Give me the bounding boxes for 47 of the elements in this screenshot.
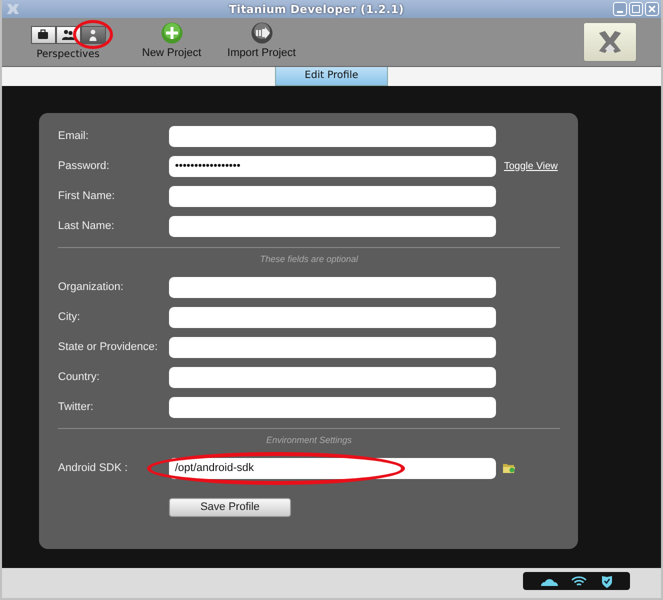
import-project-button[interactable]: Import Project: [227, 22, 296, 59]
shield-icon: [601, 574, 614, 588]
minimize-button[interactable]: [613, 2, 627, 16]
input-field[interactable]: •••••••••••••••••: [169, 156, 496, 176]
input-field[interactable]: [169, 186, 496, 206]
field-label: First Name:: [58, 190, 116, 202]
tab[interactable]: Edit Profile: [275, 67, 388, 86]
field-label: Android SDK :: [58, 462, 129, 474]
input-field[interactable]: [169, 126, 496, 146]
briefcase-icon: [36, 28, 50, 42]
perspective-button[interactable]: [80, 26, 106, 44]
close-button[interactable]: [645, 2, 659, 16]
save-profile-button[interactable]: Save Profile: [169, 498, 291, 516]
input-field[interactable]: /opt/android-sdk: [169, 458, 496, 478]
input-field[interactable]: [169, 336, 496, 358]
annotation-circle: [72, 20, 112, 49]
field-label: Email:: [58, 130, 90, 142]
plus-icon: [160, 22, 183, 44]
field-label: Organization:: [58, 281, 124, 293]
field-label: Last Name:: [58, 220, 116, 232]
field-label: State or Providence:: [58, 341, 159, 353]
perspective-button[interactable]: [30, 26, 56, 44]
field-label: City:: [58, 311, 81, 323]
field-label: Country:: [58, 371, 101, 383]
new-project-button[interactable]: New Project: [142, 22, 202, 59]
section-heading: These fields are optional: [258, 253, 360, 266]
cloud-icon: [540, 576, 558, 586]
window-title: Titanium Developer (1.2.1): [228, 2, 405, 16]
wifi-icon: [571, 575, 588, 587]
logo-button[interactable]: [583, 22, 637, 62]
app-icon: [6, 3, 20, 15]
maximize-icon: [631, 4, 641, 14]
perspectives-label: Perspectives: [36, 49, 100, 60]
input-field[interactable]: [169, 276, 496, 298]
section-heading: Environment Settings: [265, 434, 353, 447]
input-field[interactable]: [169, 216, 496, 236]
input-field[interactable]: [169, 396, 496, 418]
field-label: Twitter:: [58, 401, 94, 413]
input-field[interactable]: [169, 366, 496, 388]
people-icon: [61, 28, 75, 42]
toggle-view-link[interactable]: Toggle View: [504, 160, 558, 172]
field-label: Password:: [58, 160, 110, 172]
minimize-icon: [617, 11, 623, 13]
close-icon: [647, 4, 657, 14]
input-field[interactable]: [169, 306, 496, 328]
maximize-button[interactable]: [629, 2, 643, 16]
folder-icon[interactable]: [502, 462, 516, 474]
